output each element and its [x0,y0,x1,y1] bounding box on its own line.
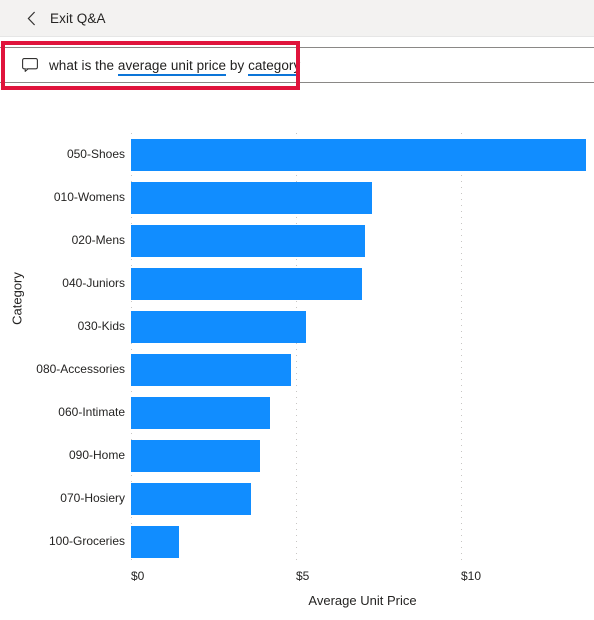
y-axis-tick-label: 060-Intimate [58,404,125,419]
qna-token-measure[interactable]: average unit price [117,57,227,76]
bar[interactable] [131,138,587,171]
y-axis-tick-label: 040-Juniors [62,275,125,290]
y-axis-tick-label: 080-Accessories [36,361,125,376]
y-axis-tick-label: 100-Groceries [48,533,125,548]
bar[interactable] [131,181,372,214]
qna-token-dimension[interactable]: category [248,57,301,76]
bar[interactable] [131,525,179,558]
y-axis-category-labels: 050-Shoes 010-Womens 020-Mens 040-Juniors 03… [3,133,125,563]
y-axis-tick-label: 090-Home [68,447,125,462]
speech-bubble-icon [22,58,38,72]
x-axis-tick-label: $5 [296,569,310,583]
bar-chart-visual[interactable]: Category 050-Shoes 010-Womens 020-Mens 040-… [0,95,594,620]
x-axis-tick-label: $10 [461,569,482,583]
y-axis-tick-label: 010-Womens [53,189,125,204]
chevron-left-icon[interactable] [24,10,38,26]
y-axis-tick-label: 050-Shoes [66,146,125,161]
exit-qna-label[interactable]: Exit Q&A [50,11,106,26]
y-axis-tick-label: 020-Mens [71,232,125,247]
qna-topbar: Exit Q&A [0,0,594,37]
x-axis-tick-label: $0 [131,569,145,583]
qna-question-input[interactable]: what is the average unit price by catego… [0,47,594,83]
x-gridline [461,133,462,563]
qna-question-text[interactable]: what is the average unit price by catego… [49,57,301,76]
bar[interactable] [131,310,306,343]
x-axis-title: Average Unit Price [308,593,417,608]
bar[interactable] [131,353,292,386]
y-axis-tick-label: 030-Kids [77,318,125,333]
bar[interactable] [131,267,362,300]
bar[interactable] [131,439,260,472]
bar[interactable] [131,482,252,515]
bar[interactable] [131,396,270,429]
bar[interactable] [131,224,366,257]
qna-token-plain-1: what is the [49,57,118,73]
plot-area [131,133,594,563]
y-axis-tick-label: 070-Hosiery [60,490,125,505]
qna-token-plain-2: by [226,57,249,73]
